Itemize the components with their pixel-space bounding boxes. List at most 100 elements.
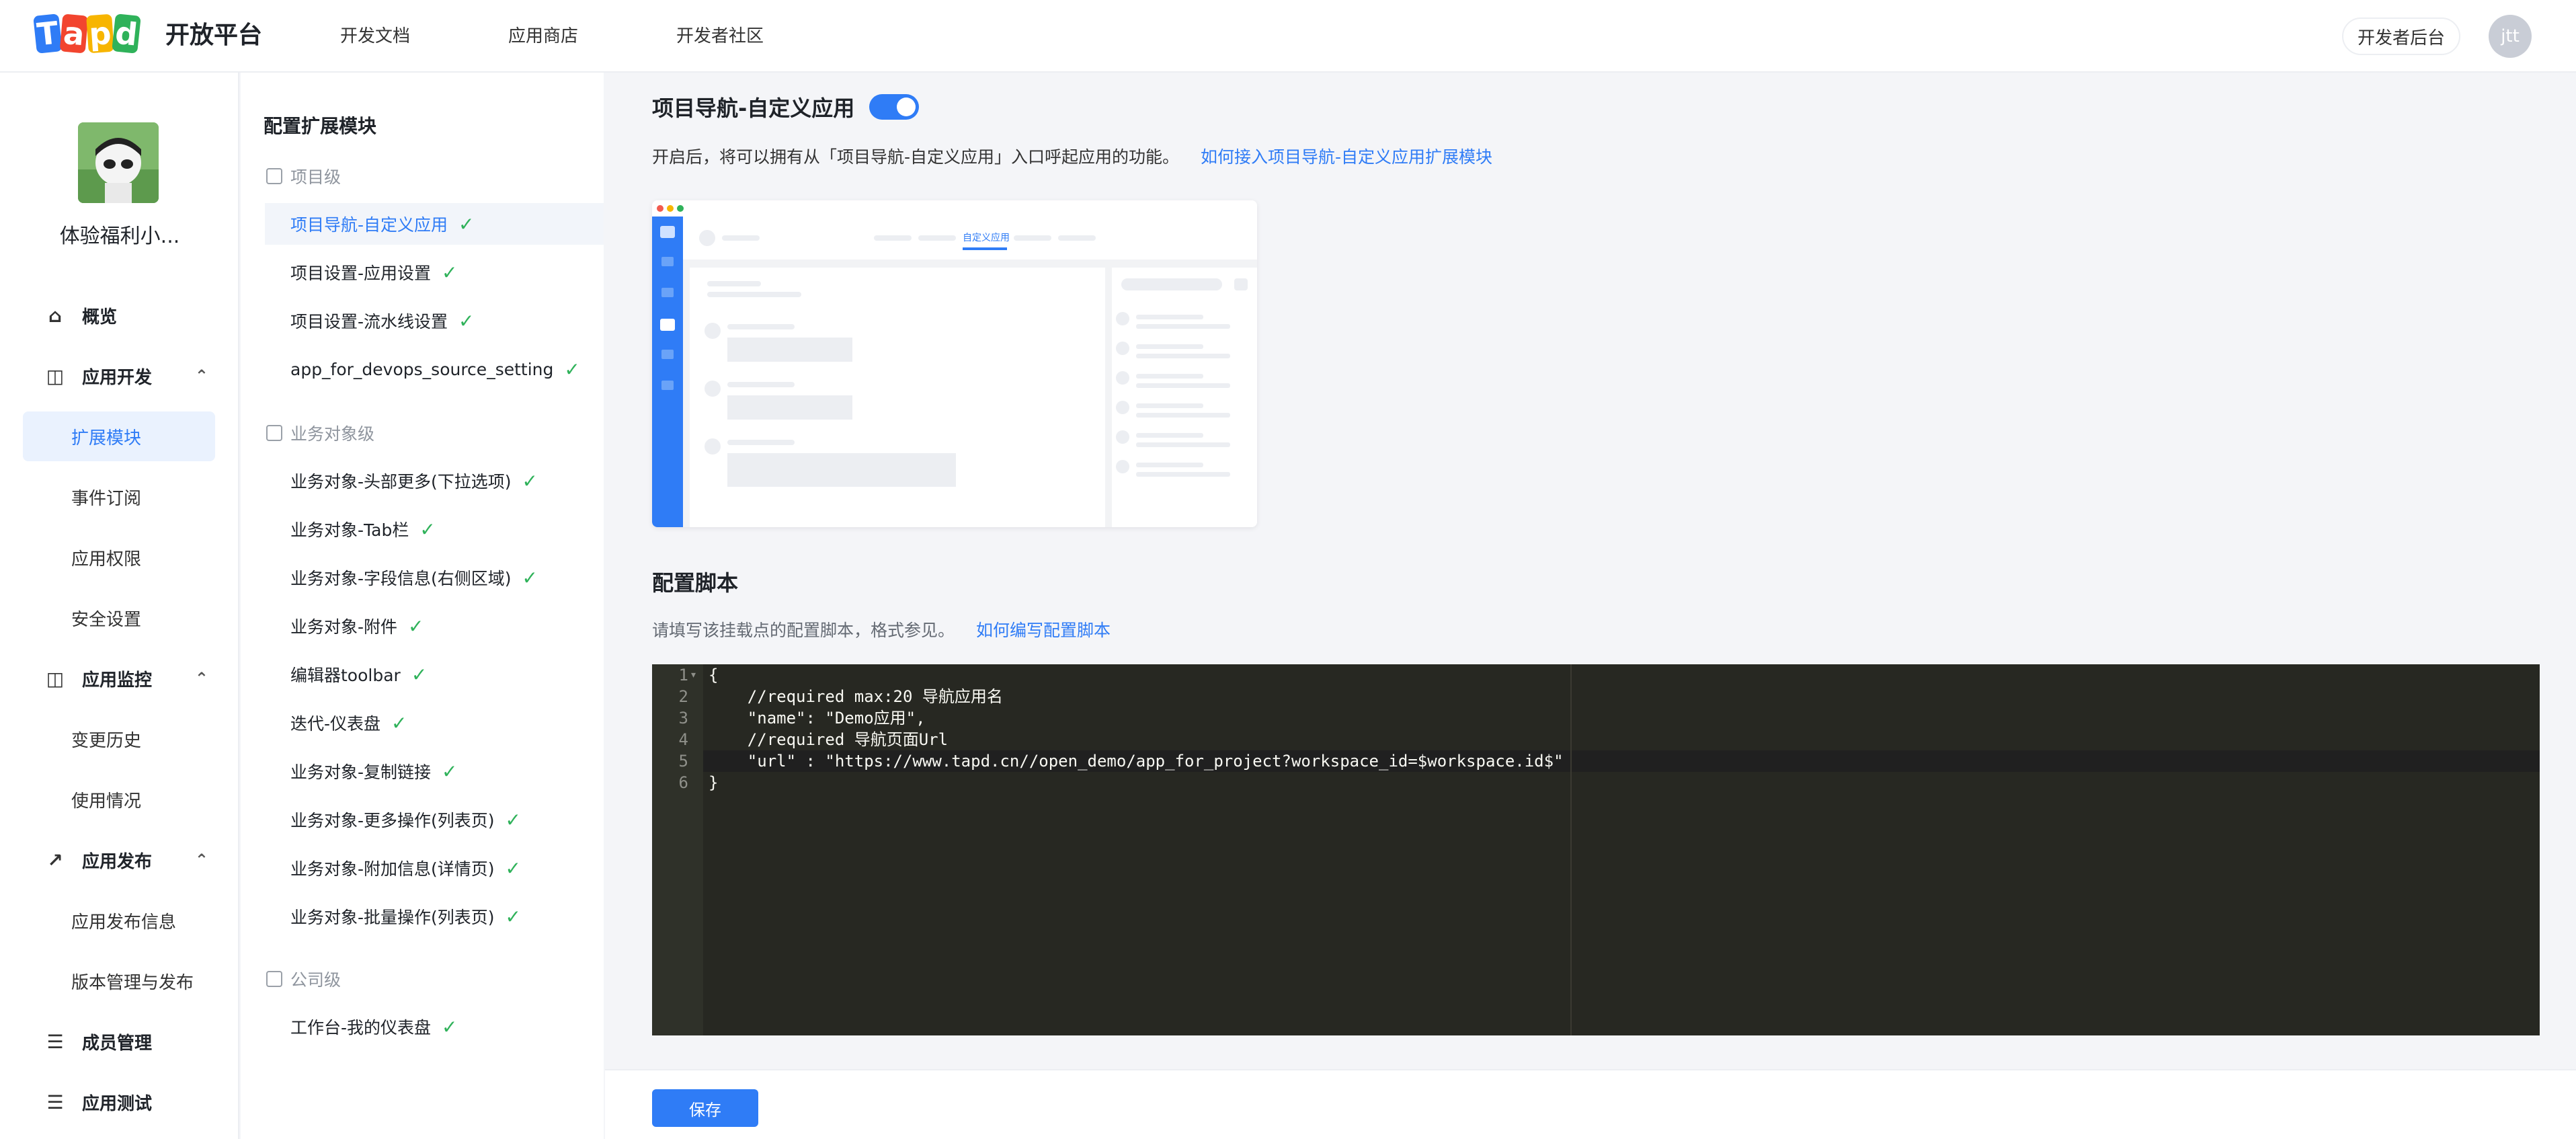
checkmark-icon: ✓ [442, 760, 458, 783]
sidebar-item-change-history[interactable]: 变更历史 [23, 714, 215, 764]
module-item-label: 业务对象-批量操作(列表页) [290, 908, 495, 927]
code-line: } [709, 773, 719, 792]
chevron-up-icon: ⌃ [194, 366, 208, 385]
module-item-label: 业务对象-附件 [290, 617, 398, 637]
code-editor[interactable]: 1 ▾ 2 3 4 5 6 { //required max:20 导航应用名 … [652, 664, 2540, 1035]
code-line: "url" : "https://www.tapd.cn//open_demo/… [709, 752, 1564, 771]
description-text: 开启后，将可以拥有从「项目导航-自定义应用」入口呼起应用的功能。 [652, 147, 1180, 167]
chevron-up-icon: ⌃ [194, 851, 208, 869]
module-item-object-more-actions[interactable]: 业务对象-更多操作(列表页) ✓ [265, 799, 604, 840]
module-item-editor-toolbar[interactable]: 编辑器toolbar ✓ [265, 654, 604, 695]
config-script-description: 请填写该挂载点的配置脚本，格式参见。 如何编写配置脚本 [652, 617, 1111, 641]
nav-link-app-store[interactable]: 应用商店 [508, 24, 578, 48]
sidebar-group-label: 应用监控 [82, 670, 153, 691]
module-item-object-field-info[interactable]: 业务对象-字段信息(右侧区域) ✓ [265, 557, 604, 598]
checkmark-icon: ✓ [442, 1015, 458, 1038]
code-line: "name": "Demo应用", [709, 709, 926, 728]
module-item-label: 业务对象-更多操作(列表页) [290, 811, 495, 830]
module-item-object-attachment[interactable]: 业务对象-附件 ✓ [265, 605, 604, 647]
line-number: 2 [678, 687, 688, 706]
module-item-label: 工作台-我的仪表盘 [290, 1018, 432, 1037]
preview-illustration: 自定义应用 [652, 200, 1257, 527]
sidebar-item-label: 成员管理 [82, 1033, 153, 1054]
save-button[interactable]: 保存 [652, 1089, 758, 1127]
module-item-label: 业务对象-头部更多(下拉选项) [290, 472, 512, 492]
module-item-devops-source-setting[interactable]: app_for_devops_source_setting ✓ [265, 348, 604, 390]
module-group-label: 项目级 [290, 167, 341, 187]
sidebar-item-event-subscription[interactable]: 事件订阅 [23, 472, 215, 522]
sidebar-item-app-permissions[interactable]: 应用权限 [23, 533, 215, 582]
checkmark-icon: ✓ [522, 469, 538, 492]
code-line: { [709, 666, 719, 684]
nav-link-dev-community[interactable]: 开发者社区 [676, 24, 764, 48]
developer-console-button[interactable]: 开发者后台 [2342, 17, 2460, 55]
module-item-label: app_for_devops_source_setting [290, 359, 554, 379]
line-number: 4 [678, 730, 688, 749]
module-item-object-batch-actions[interactable]: 业务对象-批量操作(列表页) ✓ [265, 896, 604, 937]
module-group-business-object: 业务对象级 [266, 421, 374, 445]
sidebar-item-overview[interactable]: ⌂ 概览 [23, 290, 215, 340]
home-icon: ⌂ [48, 304, 63, 327]
enable-toggle[interactable] [869, 94, 920, 120]
section-header: 项目导航-自定义应用 [652, 91, 920, 122]
member-list-icon: ☰ [46, 1030, 64, 1053]
checkmark-icon: ✓ [458, 212, 475, 235]
sidebar-item-label: 概览 [82, 307, 118, 327]
module-item-object-header-more[interactable]: 业务对象-头部更多(下拉选项) ✓ [265, 460, 604, 502]
checkmark-icon: ✓ [411, 663, 428, 686]
nav-link-dev-docs[interactable]: 开发文档 [340, 24, 410, 48]
logo-letter-d: d [112, 13, 141, 54]
module-item-label: 业务对象-Tab栏 [290, 520, 409, 540]
section-title: 项目导航-自定义应用 [652, 95, 855, 121]
module-item-project-settings-pipeline[interactable]: 项目设置-流水线设置 ✓ [265, 300, 604, 342]
module-group-label: 公司级 [290, 970, 341, 990]
monitor-icon: ◫ [46, 667, 65, 690]
code-window-icon: ◫ [46, 364, 65, 387]
module-item-label: 业务对象-复制链接 [290, 762, 432, 782]
code-line-comment: //required 导航页面Url [709, 730, 949, 749]
checkmark-icon: ✓ [391, 711, 407, 734]
module-item-project-settings-app[interactable]: 项目设置-应用设置 ✓ [265, 251, 604, 293]
logo-letter-p: p [86, 13, 114, 54]
sidebar-group-app-dev[interactable]: ◫ 应用开发 ⌃ [23, 351, 215, 401]
platform-title: 开放平台 [165, 22, 263, 49]
module-item-object-tab[interactable]: 业务对象-Tab栏 ✓ [265, 508, 604, 550]
config-guide-link[interactable]: 如何编写配置脚本 [976, 617, 1111, 641]
config-script-title: 配置脚本 [652, 570, 739, 596]
module-item-workbench-dashboard[interactable]: 工作台-我的仪表盘 ✓ [265, 1006, 604, 1048]
module-item-label: 业务对象-附加信息(详情页) [290, 859, 495, 879]
checkmark-icon: ✓ [505, 808, 521, 831]
module-group-project: 项目级 [266, 164, 341, 188]
publish-icon: ↗ [47, 849, 63, 871]
module-group-company: 公司级 [266, 967, 341, 991]
logo-letter-a: a [59, 13, 89, 54]
module-item-label: 项目设置-流水线设置 [290, 312, 448, 331]
module-group-label: 业务对象级 [290, 424, 375, 444]
module-panel: 配置扩展模块 项目级 项目导航-自定义应用 ✓ 项目设置-应用设置 ✓ 项目设置-流… [241, 73, 604, 1139]
module-item-iteration-dashboard[interactable]: 迭代-仪表盘 ✓ [265, 702, 604, 744]
sidebar-item-usage[interactable]: 使用情况 [23, 775, 215, 824]
bottom-action-bar: 保存 [605, 1069, 2576, 1139]
tapd-logo[interactable]: Tapd [33, 13, 143, 58]
fold-arrow-icon[interactable]: ▾ [691, 664, 696, 686]
module-item-project-nav-custom-app[interactable]: 项目导航-自定义应用 ✓ [265, 203, 604, 245]
checkmark-icon: ✓ [564, 358, 580, 381]
editor-gutter: 1 ▾ 2 3 4 5 6 [652, 664, 703, 1035]
checkmark-icon: ✓ [458, 309, 475, 332]
sidebar-item-extension-modules[interactable]: 扩展模块 [23, 411, 215, 461]
sidebar-item-security-settings[interactable]: 安全设置 [23, 593, 215, 643]
sidebar-item-publish-info[interactable]: 应用发布信息 [23, 896, 215, 945]
module-item-object-copy-link[interactable]: 业务对象-复制链接 ✓ [265, 750, 604, 792]
sidebar-item-version-management[interactable]: 版本管理与发布 [23, 956, 215, 1006]
sidebar-item-member-management[interactable]: ☰ 成员管理 [23, 1017, 215, 1066]
module-item-label: 业务对象-字段信息(右侧区域) [290, 569, 512, 588]
user-avatar[interactable]: jtt [2489, 15, 2532, 58]
module-item-object-extra-info[interactable]: 业务对象-附加信息(详情页) ✓ [265, 847, 604, 889]
integration-guide-link[interactable]: 如何接入项目导航-自定义应用扩展模块 [1201, 144, 1492, 168]
sidebar-item-app-testing[interactable]: ☰ 应用测试 [23, 1077, 215, 1127]
sidebar-group-app-publish[interactable]: ↗ 应用发布 ⌃ [23, 835, 215, 885]
sidebar-group-app-monitor[interactable]: ◫ 应用监控 ⌃ [23, 654, 215, 703]
sidebar-group-label: 应用发布 [82, 851, 153, 872]
config-desc-text: 请填写该挂载点的配置脚本，格式参见。 [652, 621, 955, 640]
logo-letter-t: T [33, 13, 63, 54]
